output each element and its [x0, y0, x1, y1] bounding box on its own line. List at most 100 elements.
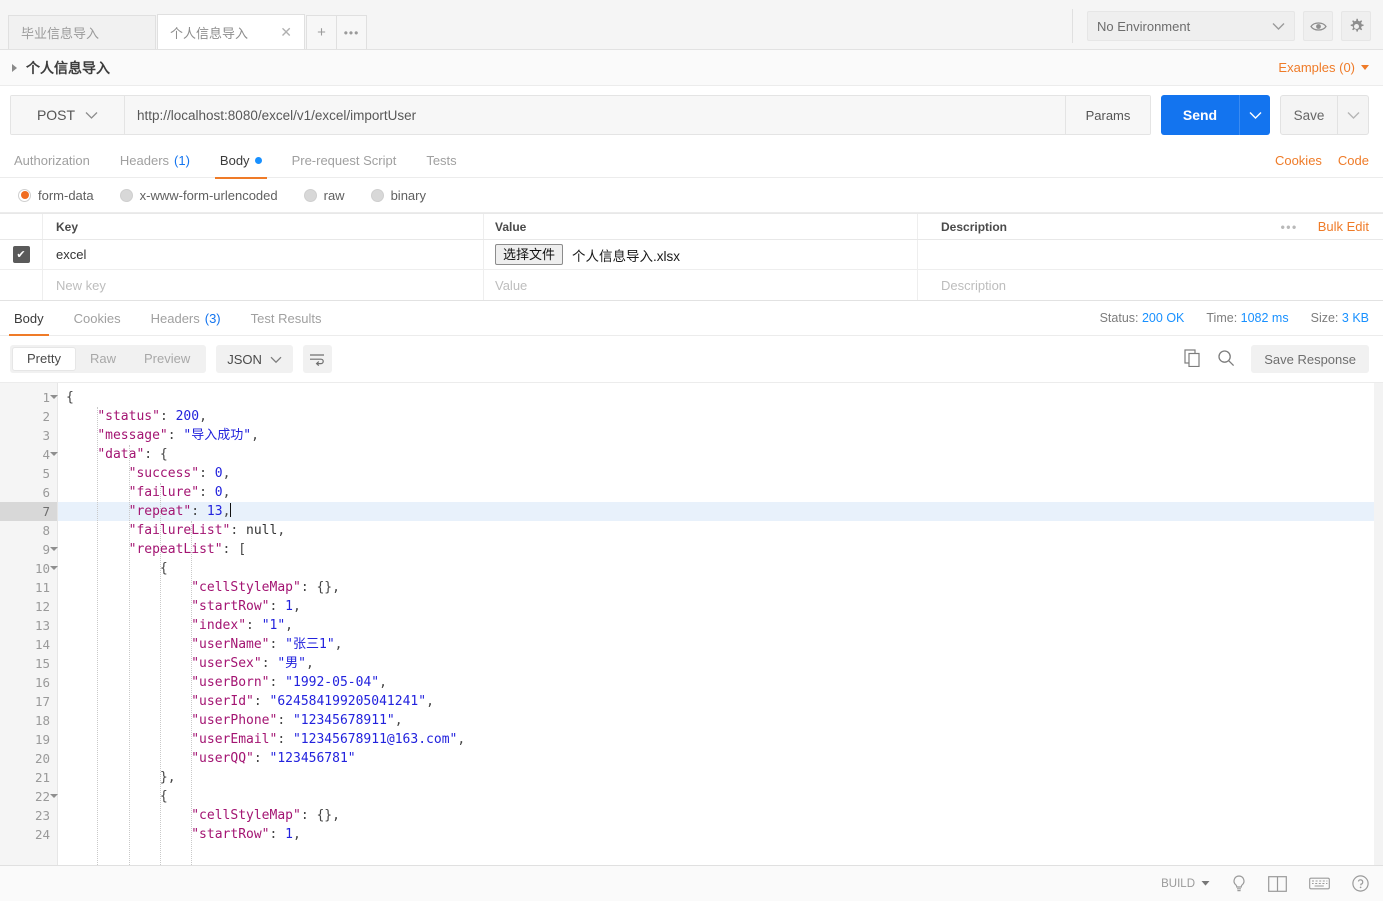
- request-name-row: 个人信息导入 Examples (0): [0, 50, 1383, 86]
- token-k: "status": [97, 409, 160, 424]
- copy-icon[interactable]: [1184, 348, 1201, 370]
- response-tab-headers[interactable]: Headers (3): [151, 301, 221, 335]
- response-body-viewer[interactable]: 1 2 3 4 5 6 7 8 9 10 11 12 13 14 15 16 17 18 19 20 21 22 23 24 …: [0, 382, 1383, 865]
- eye-icon[interactable]: [1303, 11, 1333, 41]
- examples-dropdown[interactable]: Examples (0): [1278, 60, 1369, 75]
- environment-select[interactable]: No Environment: [1087, 11, 1295, 41]
- two-pane-layout-icon[interactable]: [1268, 875, 1287, 892]
- code-line: "status": 200,: [58, 407, 1383, 426]
- send-button-group: Send: [1161, 95, 1270, 135]
- view-mode-pretty[interactable]: Pretty: [12, 347, 76, 371]
- new-tab-button[interactable]: +: [306, 15, 337, 49]
- keyboard-icon[interactable]: [1309, 877, 1330, 890]
- line-number: 24: [34, 827, 50, 842]
- token-p: : {},: [300, 580, 340, 595]
- token-k: "userSex": [191, 656, 262, 671]
- workspace-tab-2[interactable]: 个人信息导入 ✕: [157, 14, 305, 49]
- new-key-input[interactable]: New key: [43, 270, 484, 300]
- body-type-urlencoded[interactable]: x-www-form-urlencoded: [119, 188, 278, 203]
- close-icon[interactable]: ✕: [280, 25, 292, 39]
- token-p: :: [261, 656, 278, 671]
- status-bar-actions: BUILD: [1161, 875, 1369, 892]
- save-response-button[interactable]: Save Response: [1251, 345, 1369, 373]
- tab-authorization[interactable]: Authorization: [14, 144, 90, 178]
- token-p: :: [167, 428, 184, 443]
- row-enable-checkbox-cell: [0, 270, 43, 300]
- tab-pre-request-script[interactable]: Pre-request Script: [292, 144, 397, 178]
- line-number: 20: [34, 751, 50, 766]
- line-number: 21: [34, 770, 50, 785]
- token-s: "导入成功": [183, 428, 252, 443]
- code-line: "userPhone": "12345678911",: [58, 711, 1383, 730]
- response-tab-test-results[interactable]: Test Results: [251, 301, 322, 335]
- token-p: : [: [222, 542, 247, 557]
- tab-overflow-menu-icon[interactable]: •••: [336, 15, 367, 49]
- body-type-form-data[interactable]: form-data: [18, 188, 94, 203]
- build-menu[interactable]: BUILD: [1161, 878, 1210, 890]
- tab-pre-request-script-label: Pre-request Script: [291, 153, 397, 168]
- new-description-input[interactable]: Description: [918, 270, 1383, 300]
- response-tab-body[interactable]: Body: [9, 301, 49, 336]
- new-value-input[interactable]: Value: [484, 270, 918, 300]
- search-icon[interactable]: [1217, 349, 1235, 370]
- code-line: "userBorn": "1992-05-04",: [58, 673, 1383, 692]
- params-button[interactable]: Params: [1066, 96, 1150, 134]
- save-options-chevron-down-icon[interactable]: [1338, 95, 1369, 135]
- line-number: 22: [0, 787, 58, 806]
- fold-caret-icon[interactable]: [50, 547, 58, 551]
- line-number: 4: [0, 445, 58, 464]
- code-line: "message": "导入成功",: [58, 426, 1383, 445]
- line-number: 1: [0, 388, 58, 407]
- tab-body-label: Body: [219, 153, 250, 168]
- line-number: 10: [0, 559, 58, 578]
- body-type-radio-group: form-data x-www-form-urlencoded raw bina…: [0, 178, 1383, 213]
- line-number: 18: [34, 713, 50, 728]
- response-toolbar: Pretty Raw Preview JSON Save Response: [0, 336, 1383, 382]
- body-type-binary[interactable]: binary: [370, 188, 426, 203]
- response-format-select[interactable]: JSON: [216, 345, 293, 373]
- json-code-content[interactable]: { "status": 200, "message": "导入成功", "dat…: [58, 383, 1383, 865]
- row-value-file-cell: 选择文件 个人信息导入.xlsx: [484, 240, 918, 269]
- tab-tests[interactable]: Tests: [426, 144, 456, 178]
- cookies-link[interactable]: Cookies: [1275, 153, 1322, 168]
- send-options-chevron-down-icon[interactable]: [1239, 95, 1270, 135]
- fold-caret-icon[interactable]: [50, 566, 58, 570]
- workspace-tab-1[interactable]: 毕业信息导入: [8, 15, 156, 49]
- checkbox-checked-icon[interactable]: ✔: [12, 246, 30, 263]
- code-link[interactable]: Code: [1338, 153, 1369, 168]
- table-options-dots-icon[interactable]: •••: [1281, 220, 1298, 234]
- table-row: New key Value Description: [0, 270, 1383, 300]
- examples-label: Examples (0): [1278, 60, 1355, 75]
- token-p: ,: [222, 504, 231, 519]
- line-number: 13: [34, 618, 50, 633]
- word-wrap-icon[interactable]: [302, 345, 332, 373]
- view-mode-preview[interactable]: Preview: [130, 347, 204, 371]
- url-input[interactable]: http://localhost:8080/excel/v1/excel/imp…: [125, 96, 1066, 134]
- lightbulb-icon[interactable]: [1232, 875, 1246, 892]
- row-key-input[interactable]: excel: [43, 240, 484, 269]
- response-tab-cookies[interactable]: Cookies: [74, 301, 121, 335]
- chevron-right-icon[interactable]: [12, 63, 17, 72]
- row-description-input[interactable]: [918, 240, 1383, 269]
- send-button[interactable]: Send: [1161, 95, 1239, 135]
- method-select[interactable]: POST: [11, 96, 125, 134]
- body-type-raw-label: raw: [323, 187, 345, 203]
- token-p: ,: [293, 599, 301, 614]
- fold-caret-icon[interactable]: [50, 395, 58, 399]
- view-mode-raw[interactable]: Raw: [76, 347, 130, 371]
- gear-icon[interactable]: [1341, 11, 1371, 41]
- tab-headers[interactable]: Headers (1): [120, 144, 190, 178]
- breadcrumb[interactable]: 个人信息导入: [12, 58, 110, 78]
- scrollbar[interactable]: [1374, 383, 1383, 865]
- workspace-tab-2-label: 个人信息导入: [170, 25, 249, 41]
- radio-icon: [119, 188, 133, 202]
- choose-file-button[interactable]: 选择文件: [495, 244, 564, 265]
- save-button[interactable]: Save: [1280, 95, 1338, 135]
- fold-caret-icon[interactable]: [50, 794, 58, 798]
- tab-body[interactable]: Body: [214, 144, 267, 179]
- bulk-edit-link[interactable]: Bulk Edit: [1318, 219, 1369, 234]
- help-icon[interactable]: [1352, 875, 1369, 892]
- token-s: "624584199205041241": [269, 694, 427, 709]
- body-type-raw[interactable]: raw: [303, 187, 345, 203]
- fold-caret-icon[interactable]: [50, 452, 58, 456]
